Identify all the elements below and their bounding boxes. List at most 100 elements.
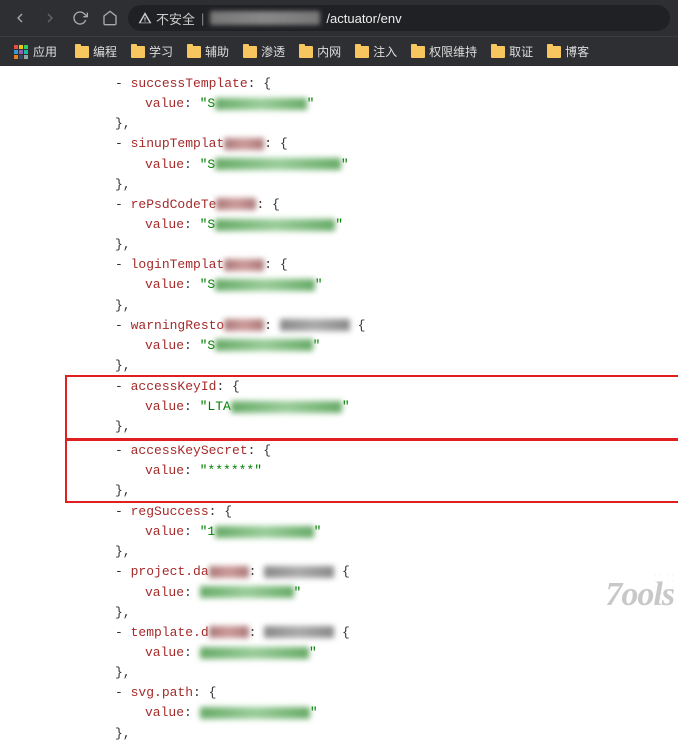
json-key: sinupTemplat bbox=[131, 136, 225, 151]
json-key: template.d bbox=[131, 625, 209, 640]
json-value-label: value bbox=[145, 277, 184, 292]
insecure-warning: 不安全 bbox=[138, 9, 195, 28]
json-key: accessKeyId bbox=[131, 379, 217, 394]
url-path: /actuator/env bbox=[326, 11, 401, 26]
json-value-label: value bbox=[145, 524, 184, 539]
redacted bbox=[224, 319, 264, 331]
json-value-prefix: "LTA bbox=[200, 399, 231, 414]
folder-icon bbox=[187, 46, 201, 58]
json-value-prefix: "S bbox=[200, 157, 216, 172]
close-brace: }, bbox=[115, 116, 131, 131]
bookmark-folder[interactable]: 学习 bbox=[125, 39, 179, 64]
redacted bbox=[215, 339, 312, 351]
apps-button[interactable]: 应用 bbox=[6, 39, 65, 64]
redacted bbox=[224, 138, 264, 150]
json-key: rePsdCodeTe bbox=[131, 197, 217, 212]
reload-button[interactable] bbox=[68, 6, 92, 30]
bookmark-label: 辅助 bbox=[205, 43, 229, 60]
close-brace: }, bbox=[115, 665, 131, 680]
bookmark-folder[interactable]: 辅助 bbox=[181, 39, 235, 64]
redacted bbox=[264, 626, 334, 638]
json-value-label: value bbox=[145, 217, 184, 232]
json-key: project.da bbox=[131, 564, 209, 579]
json-key: warningResto bbox=[131, 318, 225, 333]
apps-icon bbox=[14, 45, 28, 59]
close-brace: }, bbox=[115, 298, 131, 313]
bookmark-label: 学习 bbox=[149, 43, 173, 60]
redacted bbox=[215, 526, 313, 538]
close-brace: }, bbox=[115, 177, 131, 192]
bookmark-label: 渗透 bbox=[261, 43, 285, 60]
browser-toolbar: 不安全 | /actuator/env bbox=[0, 0, 678, 36]
close-brace: }, bbox=[115, 358, 131, 373]
back-button[interactable] bbox=[8, 6, 32, 30]
redacted bbox=[200, 586, 294, 598]
json-value-prefix: "S bbox=[200, 338, 216, 353]
bookmark-folder[interactable]: 权限维持 bbox=[405, 39, 483, 64]
json-value-label: value bbox=[145, 338, 184, 353]
json-value-label: value bbox=[145, 399, 184, 414]
folder-icon bbox=[547, 46, 561, 58]
apps-label: 应用 bbox=[33, 43, 57, 60]
highlighted-entry: - accessKeySecret: {value: "******"}, bbox=[65, 439, 678, 503]
home-button[interactable] bbox=[98, 6, 122, 30]
redacted bbox=[216, 198, 256, 210]
json-value-prefix: "1 bbox=[200, 524, 216, 539]
forward-button[interactable] bbox=[38, 6, 62, 30]
bookmark-label: 编程 bbox=[93, 43, 117, 60]
redacted bbox=[209, 566, 249, 578]
json-value-label: value bbox=[145, 645, 184, 660]
bookmark-label: 注入 bbox=[373, 43, 397, 60]
bookmark-label: 权限维持 bbox=[429, 43, 477, 60]
json-value-label: value bbox=[145, 585, 184, 600]
json-key: successTemplate bbox=[131, 76, 248, 91]
redacted bbox=[200, 647, 309, 659]
json-value-label: value bbox=[145, 705, 184, 720]
bookmark-folder[interactable]: 渗透 bbox=[237, 39, 291, 64]
folder-icon bbox=[299, 46, 313, 58]
bookmark-label: 内网 bbox=[317, 43, 341, 60]
redacted bbox=[215, 219, 335, 231]
redacted bbox=[224, 259, 264, 271]
address-bar[interactable]: 不安全 | /actuator/env bbox=[128, 5, 670, 31]
json-viewer: - successTemplate: {value: "S"},- sinupT… bbox=[0, 66, 678, 744]
json-value-prefix: "S bbox=[200, 217, 216, 232]
folder-icon bbox=[131, 46, 145, 58]
json-key: svg.path bbox=[131, 685, 193, 700]
close-brace: }, bbox=[115, 726, 131, 741]
bookmarks-bar: 应用 编程 学习 辅助 渗透 内网 注入 权限维持 取证博客 bbox=[0, 36, 678, 66]
insecure-label: 不安全 bbox=[156, 9, 195, 28]
redacted bbox=[264, 566, 334, 578]
json-value-label: value bbox=[145, 157, 184, 172]
close-brace: }, bbox=[115, 237, 131, 252]
folder-icon bbox=[355, 46, 369, 58]
bookmark-folder[interactable]: 内网 bbox=[293, 39, 347, 64]
redacted bbox=[280, 319, 350, 331]
json-key: loginTemplat bbox=[131, 257, 225, 272]
url-host-redacted bbox=[210, 11, 320, 25]
json-key: accessKeySecret bbox=[131, 443, 248, 458]
folder-icon bbox=[411, 46, 425, 58]
redacted bbox=[215, 158, 341, 170]
close-brace: }, bbox=[115, 605, 131, 620]
folder-icon bbox=[243, 46, 257, 58]
redacted bbox=[231, 401, 342, 413]
json-value-prefix: "S bbox=[200, 96, 216, 111]
json-value-prefix: "S bbox=[200, 277, 216, 292]
bookmark-folder[interactable]: 注入 bbox=[349, 39, 403, 64]
bookmark-label: 取证 bbox=[509, 43, 533, 60]
json-key: regSuccess bbox=[131, 504, 209, 519]
bookmark-folder[interactable]: 博客 bbox=[541, 39, 595, 64]
redacted bbox=[209, 626, 249, 638]
bookmark-folder[interactable]: 编程 bbox=[69, 39, 123, 64]
json-value-label: value bbox=[145, 96, 184, 111]
folder-icon bbox=[491, 46, 505, 58]
highlighted-entry: - accessKeyId: {value: "LTA"}, bbox=[65, 375, 678, 439]
bookmark-folder[interactable]: 取证 bbox=[485, 39, 539, 64]
close-brace: }, bbox=[115, 544, 131, 559]
redacted bbox=[215, 279, 315, 291]
json-value: "******" bbox=[200, 463, 262, 478]
json-value-label: value bbox=[145, 463, 184, 478]
redacted bbox=[200, 707, 310, 719]
redacted bbox=[215, 98, 306, 110]
